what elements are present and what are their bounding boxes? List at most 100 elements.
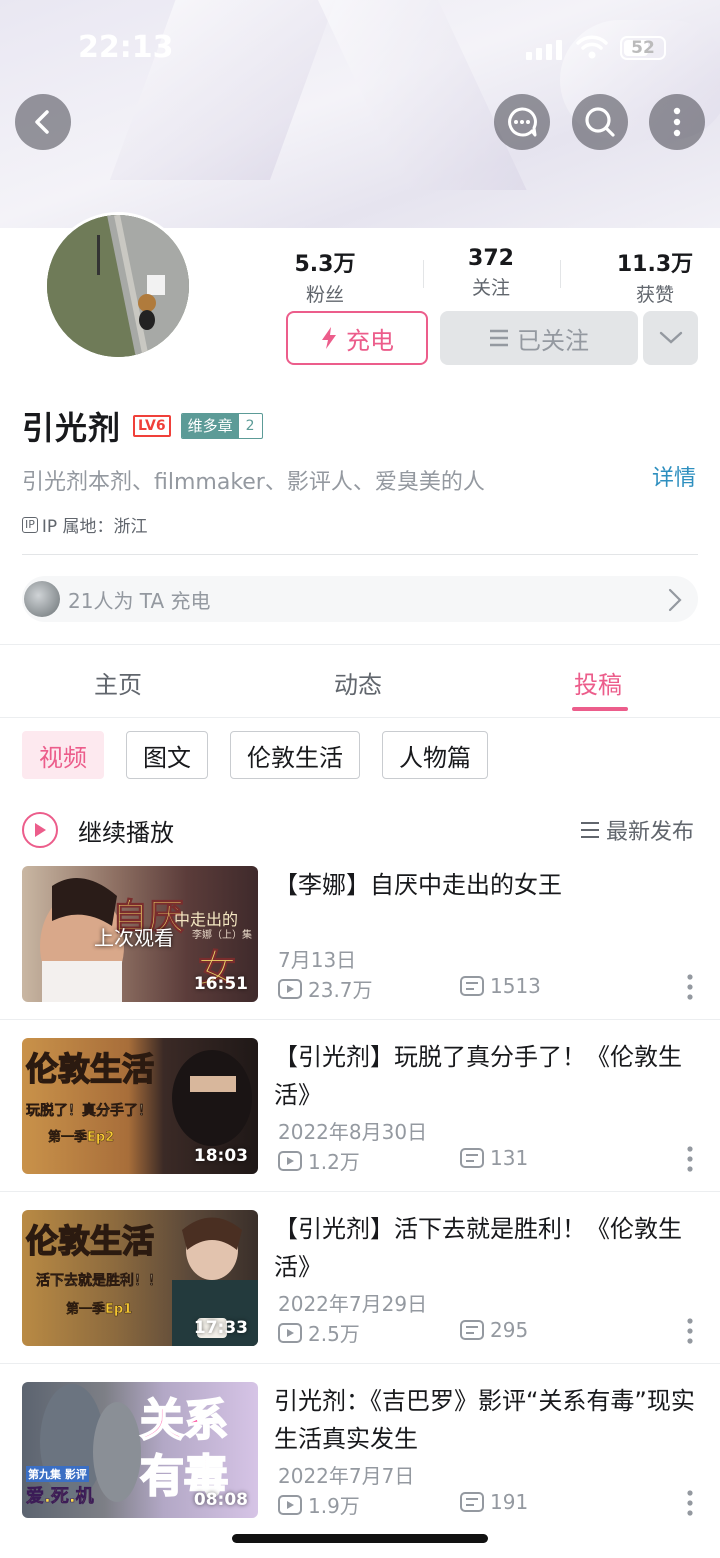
home-indicator[interactable] bbox=[232, 1534, 488, 1543]
avatar[interactable] bbox=[44, 212, 192, 360]
status-time: 22:13 bbox=[78, 30, 174, 65]
more-vertical-icon[interactable] bbox=[686, 1490, 694, 1516]
sort-button[interactable]: 最新发布 bbox=[580, 814, 694, 846]
battery-icon: 52 bbox=[620, 36, 666, 60]
view-count-value: 2.5万 bbox=[308, 1322, 360, 1346]
category-chips: 视频 图文 伦敦生活 人物篇 bbox=[22, 731, 488, 779]
chevron-left-icon bbox=[35, 110, 49, 134]
divider bbox=[560, 260, 561, 288]
video-thumbnail[interactable]: 伦敦生活 玩脱了！真分手了！ 第一季Ep2 18:03 bbox=[22, 1038, 258, 1174]
danmaku-icon bbox=[460, 1320, 484, 1340]
stat-fans[interactable]: 5.3万 粉丝 bbox=[270, 246, 380, 307]
stat-label: 粉丝 bbox=[305, 284, 344, 306]
menu-lines-icon bbox=[490, 329, 508, 347]
chip-london-life[interactable]: 伦敦生活 bbox=[230, 731, 360, 779]
danmaku-count: 191 bbox=[460, 1490, 528, 1514]
view-count: 1.2万 bbox=[278, 1146, 360, 1175]
tab-uploads[interactable]: 投稿 bbox=[574, 665, 622, 700]
chip-people[interactable]: 人物篇 bbox=[382, 731, 488, 779]
view-count: 1.9万 bbox=[278, 1490, 360, 1519]
more-vertical-icon[interactable] bbox=[686, 1318, 694, 1344]
video-meta: 1.9万 191 bbox=[278, 1490, 698, 1519]
ip-location: IP IP 属地：浙江 bbox=[22, 512, 148, 537]
play-count-icon bbox=[278, 978, 302, 999]
divider bbox=[423, 260, 424, 288]
profile-tabs: 主页 动态 投稿 bbox=[0, 644, 720, 718]
video-date: 2022年7月29日 bbox=[278, 1292, 428, 1316]
followed-button[interactable]: 已关注 bbox=[440, 311, 638, 365]
supporter-avatar bbox=[24, 581, 60, 617]
video-thumbnail[interactable]: 伦敦生活 活下去就是胜利！！ 第一季Ep1 17:33 bbox=[22, 1210, 258, 1346]
thumb-text: 玩脱了！真分手了！ bbox=[26, 1103, 153, 1120]
status-bar: 22:13 52 bbox=[0, 26, 720, 70]
tab-indicator bbox=[572, 707, 628, 711]
danmaku-count-value: 295 bbox=[490, 1318, 529, 1342]
charge-label: 充电 bbox=[346, 326, 394, 355]
stats-row: 5.3万 粉丝 372 关注 11.3万 获赞 bbox=[270, 246, 710, 306]
video-title[interactable]: 【引光剂】活下去就是胜利！《伦敦生活》 bbox=[274, 1210, 704, 1286]
view-count-value: 1.2万 bbox=[308, 1150, 360, 1174]
divider bbox=[0, 1363, 720, 1364]
detail-link[interactable]: 详情 bbox=[652, 460, 696, 492]
stat-label: 关注 bbox=[471, 277, 510, 299]
video-item[interactable]: 自厌 中走出的 李娜（上）集 女王 上次观看 16:51 【李娜】自厌中走出的女… bbox=[0, 866, 720, 1038]
divider bbox=[0, 1019, 720, 1020]
charge-button[interactable]: 充电 bbox=[286, 311, 428, 365]
video-title[interactable]: 【李娜】自厌中走出的女王 bbox=[274, 866, 704, 904]
username: 引光剂 bbox=[22, 409, 122, 447]
thumb-text: 第一季Ep1 bbox=[66, 1302, 133, 1317]
chevron-right-icon bbox=[668, 588, 682, 612]
video-item[interactable]: 关系 有毒 第九集 影评 爱.死.机 08:08 引光剂：《吉巴罗》影评“关系有… bbox=[0, 1382, 720, 1554]
message-button[interactable] bbox=[494, 94, 550, 150]
divider bbox=[0, 1191, 720, 1192]
more-vertical-icon bbox=[673, 107, 681, 137]
stat-likes[interactable]: 11.3万 获赞 bbox=[600, 246, 710, 307]
video-meta: 1.2万 131 bbox=[278, 1146, 698, 1175]
chip-article[interactable]: 图文 bbox=[126, 731, 208, 779]
lightning-icon bbox=[322, 327, 336, 349]
stat-label: 获赞 bbox=[635, 284, 674, 306]
danmaku-count-value: 1513 bbox=[490, 974, 541, 998]
charge-supporters-bar[interactable]: 21人为 TA 充电 bbox=[22, 576, 698, 622]
video-duration: 16:51 bbox=[193, 974, 248, 994]
more-button[interactable] bbox=[649, 94, 705, 150]
last-watched-label: 上次观看 bbox=[94, 926, 174, 950]
danmaku-count: 1513 bbox=[460, 974, 541, 998]
sort-icon bbox=[580, 822, 599, 838]
search-icon bbox=[585, 107, 615, 137]
back-button[interactable] bbox=[15, 94, 71, 150]
fan-medal[interactable]: 维多章 2 bbox=[180, 413, 263, 439]
thumb-text: 第一季Ep2 bbox=[48, 1130, 115, 1145]
continue-play-label[interactable]: 继续播放 bbox=[78, 813, 174, 848]
tab-home[interactable]: 主页 bbox=[94, 665, 142, 700]
medal-name: 维多章 bbox=[181, 414, 239, 438]
danmaku-count: 131 bbox=[460, 1146, 528, 1170]
video-title[interactable]: 【引光剂】玩脱了真分手了！《伦敦生活》 bbox=[274, 1038, 704, 1114]
more-vertical-icon[interactable] bbox=[686, 974, 694, 1000]
chevron-down-icon bbox=[659, 331, 682, 344]
video-thumbnail[interactable]: 自厌 中走出的 李娜（上）集 女王 上次观看 16:51 bbox=[22, 866, 258, 1002]
signal-icon bbox=[526, 38, 562, 60]
view-count: 23.7万 bbox=[278, 974, 373, 1003]
more-vertical-icon[interactable] bbox=[686, 1146, 694, 1172]
video-title[interactable]: 引光剂：《吉巴罗》影评“关系有毒”现实生活真实发生 bbox=[274, 1382, 704, 1458]
search-button[interactable] bbox=[572, 94, 628, 150]
video-duration: 18:03 bbox=[193, 1146, 248, 1166]
video-date: 2022年7月7日 bbox=[278, 1464, 415, 1488]
level-badge: LV6 bbox=[133, 415, 171, 437]
chat-bubble-icon bbox=[508, 107, 537, 137]
tab-dynamics[interactable]: 动态 bbox=[334, 665, 382, 700]
video-item[interactable]: 伦敦生活 玩脱了！真分手了！ 第一季Ep2 18:03 【引光剂】玩脱了真分手了… bbox=[0, 1038, 720, 1210]
danmaku-icon bbox=[460, 1148, 484, 1168]
video-date: 2022年8月30日 bbox=[278, 1120, 428, 1144]
chip-video[interactable]: 视频 bbox=[22, 731, 104, 779]
stat-following[interactable]: 372 关注 bbox=[436, 246, 546, 300]
follow-options-button[interactable] bbox=[643, 311, 698, 365]
video-thumbnail[interactable]: 关系 有毒 第九集 影评 爱.死.机 08:08 bbox=[22, 1382, 258, 1518]
charge-count-text: 21人为 TA 充电 bbox=[68, 588, 211, 613]
play-circle-icon[interactable] bbox=[22, 812, 58, 848]
danmaku-count-value: 131 bbox=[490, 1146, 529, 1170]
video-item[interactable]: 伦敦生活 活下去就是胜利！！ 第一季Ep1 17:33 【引光剂】活下去就是胜利… bbox=[0, 1210, 720, 1382]
continue-play-row: 继续播放 最新发布 bbox=[22, 808, 698, 852]
battery-level: 52 bbox=[631, 38, 655, 58]
